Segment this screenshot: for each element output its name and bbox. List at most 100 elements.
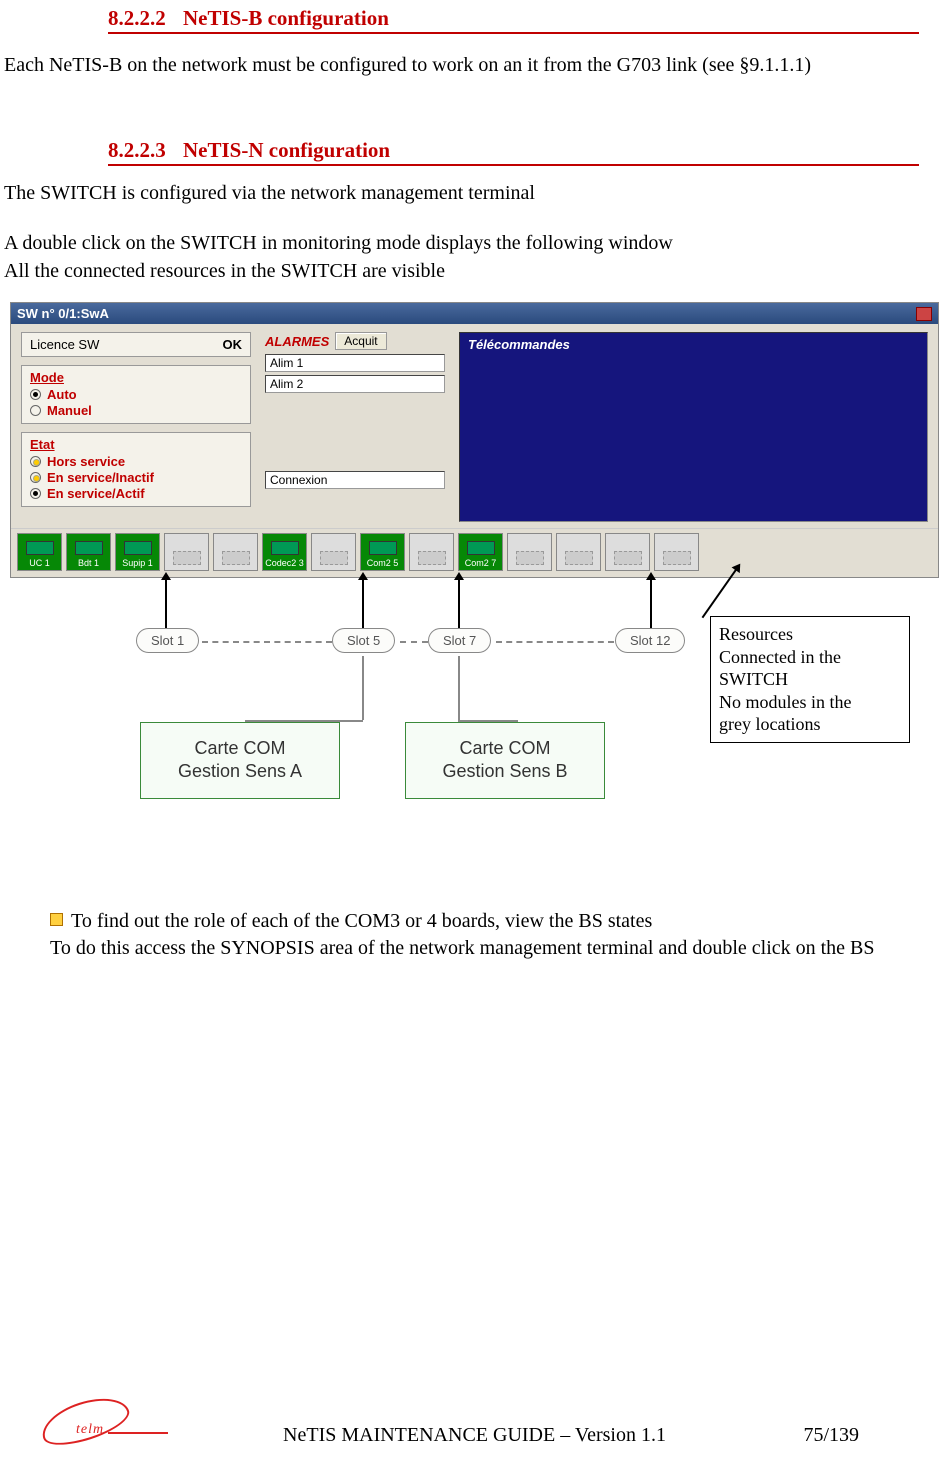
page-footer: telm NeTIS MAINTENANCE GUIDE – Version 1…: [0, 1424, 949, 1447]
radio-icon: [30, 405, 41, 416]
slot-label-7: Slot 7: [428, 628, 491, 653]
alarmes-label: ALARMES: [265, 334, 329, 349]
chip-icon: [663, 551, 691, 565]
heading-number: 8.2.2.2: [108, 6, 166, 30]
chip-icon: [26, 541, 54, 555]
chip-icon: [418, 551, 446, 565]
carte-com-a-line1: Carte COM: [151, 737, 329, 760]
slot-item[interactable]: [311, 533, 356, 571]
dashed-connector: [496, 641, 614, 643]
paragraph-8223a: The SWITCH is configured via the network…: [4, 180, 919, 206]
slot-item[interactable]: [164, 533, 209, 571]
mid-column: ALARMES Acquit Alim 1 Alim 2 Connexion: [265, 332, 445, 492]
carte-com-b-box: Carte COM Gestion Sens B: [405, 722, 605, 799]
acquit-button[interactable]: Acquit: [335, 332, 386, 350]
window-titlebar: SW n° 0/1:SwA: [11, 303, 938, 324]
slot-label: Bdt 1: [78, 558, 99, 568]
heading-title: NeTIS-B configuration: [183, 6, 389, 30]
slot-item[interactable]: Com2 7: [458, 533, 503, 571]
heading-number: 8.2.2.3: [108, 138, 166, 162]
carte-com-a-line2: Gestion Sens A: [151, 760, 329, 783]
logo-line-icon: [108, 1432, 168, 1434]
etat-inactif-row[interactable]: En service/Inactif: [30, 470, 242, 485]
etat-actif-label: En service/Actif: [47, 486, 145, 501]
slot-bar: UC 1 Bdt 1 Supip 1 Codec2 3 Com2 5 Com2 7: [11, 528, 938, 577]
etat-actif-row[interactable]: En service/Actif: [30, 486, 242, 501]
slot-label: Supip 1: [122, 558, 153, 568]
slot-item[interactable]: [507, 533, 552, 571]
slot-item[interactable]: Codec2 3: [262, 533, 307, 571]
dashed-connector: [400, 641, 428, 643]
chip-icon: [271, 541, 299, 555]
section-heading-8223: 8.2.2.3 NeTIS-N configuration: [108, 138, 919, 166]
resources-line2: Connected in the: [719, 646, 901, 669]
slot-item[interactable]: [213, 533, 258, 571]
resources-line3: SWITCH: [719, 668, 901, 691]
logo-text: telm: [76, 1422, 104, 1438]
window-body: Licence SW OK Mode Auto Manuel Etat Hors…: [11, 324, 938, 528]
chip-icon: [222, 551, 250, 565]
etat-hors-label: Hors service: [47, 454, 125, 469]
switch-window: SW n° 0/1:SwA Licence SW OK Mode Auto Ma…: [10, 302, 939, 578]
carte-com-b-line2: Gestion Sens B: [416, 760, 594, 783]
alarmes-header: ALARMES Acquit: [265, 332, 445, 350]
etat-hors-row[interactable]: Hors service: [30, 454, 242, 469]
slot-item[interactable]: UC 1: [17, 533, 62, 571]
etat-title: Etat: [30, 437, 242, 452]
arrow-icon: [362, 578, 364, 628]
slot-item[interactable]: Supip 1: [115, 533, 160, 571]
licence-label: Licence SW: [30, 337, 99, 352]
figure-annotations: Slot 1 Slot 5 Slot 7 Slot 12 Carte COM G…: [10, 578, 939, 858]
connexion-field: Connexion: [265, 471, 445, 489]
resources-line4: No modules in the: [719, 691, 901, 714]
slot-item[interactable]: Com2 5: [360, 533, 405, 571]
slot-item[interactable]: [556, 533, 601, 571]
carte-com-b-line1: Carte COM: [416, 737, 594, 760]
radio-icon: [30, 389, 41, 400]
etat-panel: Etat Hors service En service/Inactif En …: [21, 432, 251, 507]
dashed-connector: [202, 641, 332, 643]
slot-item[interactable]: Bdt 1: [66, 533, 111, 571]
alim2-field: Alim 2: [265, 375, 445, 393]
footer-page-number: 75/139: [803, 1424, 859, 1447]
footer-logo: telm: [40, 1402, 160, 1447]
paragraph-8223c: All the connected resources in the SWITC…: [4, 258, 919, 284]
slot-label: Com2 5: [367, 558, 399, 568]
close-icon[interactable]: [916, 307, 932, 321]
heading-title: NeTIS-N configuration: [183, 138, 390, 162]
chip-icon: [75, 541, 103, 555]
bullet-icon: [50, 913, 63, 926]
chip-icon: [320, 551, 348, 565]
arrow-icon: [165, 578, 167, 628]
mode-title: Mode: [30, 370, 242, 385]
bullet-block: To find out the role of each of the COM3…: [50, 908, 919, 962]
chip-icon: [124, 541, 152, 555]
licence-value: OK: [223, 337, 243, 352]
resources-annotation-box: Resources Connected in the SWITCH No mod…: [710, 616, 910, 743]
left-column: Licence SW OK Mode Auto Manuel Etat Hors…: [21, 332, 251, 515]
bullet-line2: To do this access the SYNOPSIS area of t…: [50, 935, 919, 962]
mode-auto-row[interactable]: Auto: [30, 387, 242, 402]
footer-title: NeTIS MAINTENANCE GUIDE – Version 1.1: [283, 1424, 666, 1447]
radio-icon: [30, 472, 41, 483]
connector-line: [362, 656, 364, 720]
slot-item[interactable]: [605, 533, 650, 571]
alim1-field: Alim 1: [265, 354, 445, 372]
mode-manuel-label: Manuel: [47, 403, 92, 418]
slot-label: Com2 7: [465, 558, 497, 568]
logo-ellipse-icon: [36, 1389, 133, 1453]
arrow-icon: [650, 578, 652, 628]
bullet-line1: To find out the role of each of the COM3…: [71, 908, 652, 935]
carte-com-a-box: Carte COM Gestion Sens A: [140, 722, 340, 799]
switch-window-figure: SW n° 0/1:SwA Licence SW OK Mode Auto Ma…: [10, 302, 939, 858]
section-heading-8222: 8.2.2.2 NeTIS-B configuration: [108, 6, 919, 34]
slot-label: Codec2 3: [265, 558, 304, 568]
window-title: SW n° 0/1:SwA: [17, 306, 109, 321]
connector-line: [458, 656, 460, 720]
chip-icon: [614, 551, 642, 565]
slot-item[interactable]: [654, 533, 699, 571]
mode-manuel-row[interactable]: Manuel: [30, 403, 242, 418]
resources-line5: grey locations: [719, 713, 901, 736]
paragraph-8222: Each NeTIS-B on the network must be conf…: [4, 52, 919, 78]
slot-item[interactable]: [409, 533, 454, 571]
